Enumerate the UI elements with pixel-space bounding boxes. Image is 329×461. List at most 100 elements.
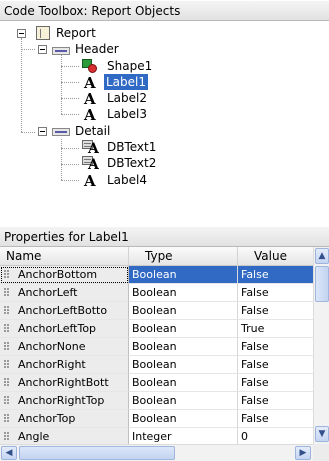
property-name: AnchorLeft bbox=[18, 286, 78, 299]
dbtext-icon: A bbox=[82, 156, 100, 172]
property-value[interactable]: False bbox=[238, 410, 313, 428]
scroll-up-button[interactable]: ▲ bbox=[315, 248, 329, 264]
grip-icon bbox=[4, 396, 13, 405]
grid-header: Name Type Value bbox=[0, 247, 313, 266]
property-value[interactable]: False bbox=[238, 356, 313, 374]
properties-grid[interactable]: Name Type Value AnchorBottom Boolean False… bbox=[0, 247, 313, 444]
property-name: AnchorTop bbox=[18, 412, 76, 425]
property-type: Integer bbox=[129, 428, 238, 444]
property-name-cell[interactable]: AnchorLeft bbox=[0, 284, 129, 302]
report-icon bbox=[36, 26, 50, 40]
tree-item-label3[interactable]: Label3 bbox=[105, 106, 149, 122]
properties-title: Properties for Label1 bbox=[0, 226, 329, 247]
property-row[interactable]: AnchorTop Boolean False bbox=[0, 410, 313, 428]
property-type: Boolean bbox=[129, 302, 238, 320]
vertical-scroll-thumb[interactable] bbox=[315, 266, 329, 302]
tree-item-detail[interactable]: Detail bbox=[73, 123, 112, 139]
tree-line bbox=[61, 98, 79, 99]
scroll-down-button[interactable]: ▼ bbox=[315, 426, 329, 442]
grip-icon bbox=[4, 414, 13, 423]
property-name-cell[interactable]: AnchorRight bbox=[0, 356, 129, 374]
property-value[interactable]: False bbox=[238, 338, 313, 356]
tree-item-dbtext1[interactable]: DBText1 bbox=[105, 139, 158, 155]
property-row[interactable]: AnchorBottom Boolean False bbox=[0, 266, 313, 284]
horizontal-scrollbar[interactable]: ◀ ▶ bbox=[0, 444, 313, 461]
property-type: Boolean bbox=[129, 392, 238, 410]
property-name: AnchorLeftBotto bbox=[18, 304, 108, 317]
property-type: Boolean bbox=[129, 320, 238, 338]
tree-line bbox=[21, 38, 22, 132]
property-row[interactable]: AnchorRightBott Boolean False bbox=[0, 374, 313, 392]
grip-icon bbox=[4, 306, 13, 315]
grip-icon bbox=[4, 324, 13, 333]
property-type: Boolean bbox=[129, 284, 238, 302]
property-name-cell[interactable]: Angle bbox=[0, 428, 129, 444]
scrollbar-corner bbox=[313, 444, 329, 461]
property-type: Boolean bbox=[129, 374, 238, 392]
tree-line bbox=[61, 55, 62, 114]
minus-icon bbox=[19, 33, 24, 34]
property-name-cell[interactable]: AnchorBottom bbox=[0, 266, 129, 284]
property-value[interactable]: True bbox=[238, 320, 313, 338]
band-icon bbox=[52, 128, 70, 136]
report-objects-tree[interactable]: Report Header Shape1 A Label1 A Label2 A… bbox=[0, 21, 329, 226]
property-row[interactable]: AnchorLeft Boolean False bbox=[0, 284, 313, 302]
tree-item-header[interactable]: Header bbox=[73, 41, 121, 57]
tree-item-label2[interactable]: Label2 bbox=[105, 90, 149, 106]
grip-icon bbox=[4, 342, 13, 351]
horizontal-scroll-thumb[interactable] bbox=[19, 446, 175, 460]
collapse-report-toggle[interactable] bbox=[17, 29, 26, 38]
tree-item-label1[interactable]: Label1 bbox=[104, 74, 149, 90]
tree-item-shape1[interactable]: Shape1 bbox=[105, 58, 154, 74]
property-value[interactable]: False bbox=[238, 374, 313, 392]
property-row[interactable]: AnchorLeftBotto Boolean False bbox=[0, 302, 313, 320]
left-arrow-icon: ◀ bbox=[5, 448, 13, 458]
property-name: AnchorRight bbox=[18, 358, 86, 371]
column-header-type[interactable]: Type bbox=[129, 247, 238, 266]
collapse-header-toggle[interactable] bbox=[38, 45, 47, 54]
property-row[interactable]: AnchorRightTop Boolean False bbox=[0, 392, 313, 410]
toolbox-title: Code Toolbox: Report Objects bbox=[0, 0, 329, 21]
column-header-value[interactable]: Value bbox=[238, 247, 313, 266]
property-value[interactable]: False bbox=[238, 284, 313, 302]
vertical-scrollbar[interactable]: ▲ ▼ bbox=[313, 247, 329, 444]
label-icon: A bbox=[84, 90, 96, 108]
tree-line bbox=[61, 139, 62, 180]
grip-icon bbox=[4, 360, 13, 369]
dbtext-icon: A bbox=[82, 140, 100, 156]
grip-icon bbox=[4, 378, 13, 387]
property-value[interactable]: False bbox=[238, 392, 313, 410]
property-name-cell[interactable]: AnchorNone bbox=[0, 338, 129, 356]
label-icon: A bbox=[84, 172, 96, 190]
property-name-cell[interactable]: AnchorRightBott bbox=[0, 374, 129, 392]
right-arrow-icon: ▶ bbox=[299, 448, 307, 458]
scroll-left-button[interactable]: ◀ bbox=[1, 446, 17, 460]
property-name-cell[interactable]: AnchorLeftTop bbox=[0, 320, 129, 338]
tree-item-label4[interactable]: Label4 bbox=[105, 172, 149, 188]
tree-line bbox=[21, 132, 35, 133]
property-name: AnchorRightTop bbox=[18, 394, 105, 407]
property-type: Boolean bbox=[129, 266, 238, 284]
scroll-right-button[interactable]: ▶ bbox=[295, 446, 311, 460]
property-value[interactable]: False bbox=[238, 302, 313, 320]
tree-line bbox=[61, 66, 79, 67]
shape-icon bbox=[82, 59, 98, 73]
down-arrow-icon: ▼ bbox=[318, 429, 326, 439]
grip-icon bbox=[4, 270, 13, 279]
column-header-name[interactable]: Name bbox=[0, 247, 129, 266]
band-icon bbox=[52, 47, 70, 55]
property-row[interactable]: AnchorNone Boolean False bbox=[0, 338, 313, 356]
property-name-cell[interactable]: AnchorTop bbox=[0, 410, 129, 428]
property-row[interactable]: AnchorRight Boolean False bbox=[0, 356, 313, 374]
property-name-cell[interactable]: AnchorRightTop bbox=[0, 392, 129, 410]
property-value[interactable]: False bbox=[238, 266, 313, 284]
property-name-cell[interactable]: AnchorLeftBotto bbox=[0, 302, 129, 320]
up-arrow-icon: ▲ bbox=[318, 251, 326, 261]
tree-item-dbtext2[interactable]: DBText2 bbox=[105, 155, 158, 171]
property-row[interactable]: AnchorLeftTop Boolean True bbox=[0, 320, 313, 338]
grip-icon bbox=[4, 288, 13, 297]
property-value[interactable]: 0 bbox=[238, 428, 313, 444]
property-row[interactable]: Angle Integer 0 bbox=[0, 428, 313, 444]
collapse-detail-toggle[interactable] bbox=[38, 127, 47, 136]
tree-item-report[interactable]: Report bbox=[54, 25, 98, 41]
